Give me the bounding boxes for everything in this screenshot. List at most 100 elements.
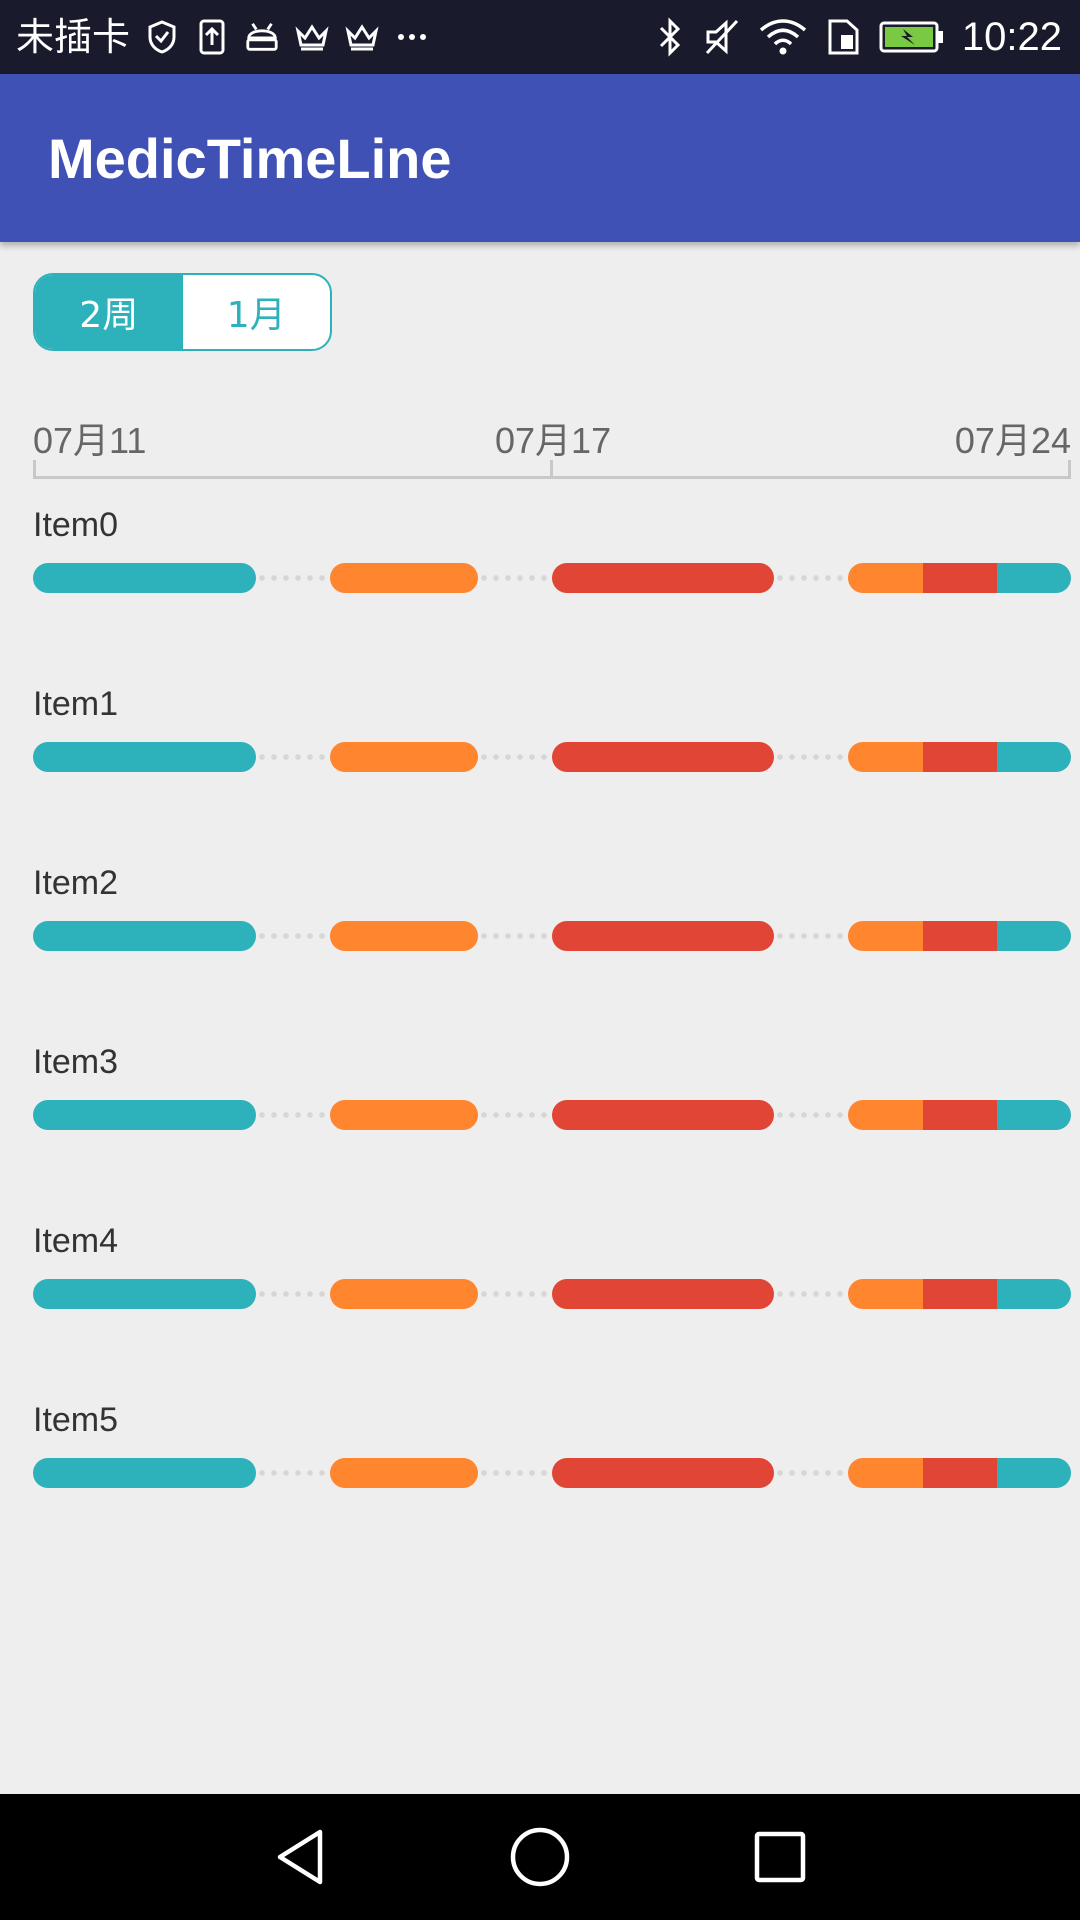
period-bar-teal [33,1458,256,1488]
period-bar-teal [33,1279,256,1309]
gap-dots [256,1112,330,1118]
timeline-row[interactable]: Item5 [0,1401,1080,1521]
axis-label-start: 07月11 [33,420,147,461]
segment-teal [997,921,1071,951]
gap-dots [256,933,330,939]
crown-icon [294,19,330,55]
period-bar-orange [330,563,478,593]
period-bar-teal [33,921,256,951]
period-bar-combined [848,921,1071,951]
period-bar-orange [330,1279,478,1309]
row-label: Item5 [33,1401,119,1439]
timeline-track [0,1458,1080,1488]
timeline-row[interactable]: Item0 [0,506,1080,626]
period-bar-combined [848,563,1071,593]
period-bar-orange [330,742,478,772]
app-bar: MedicTimeLine [0,74,1080,242]
period-bar-orange [330,1458,478,1488]
axis-tick [550,460,553,479]
shield-check-icon [144,19,180,55]
row-label: Item3 [33,1043,119,1081]
timeline-row[interactable]: Item1 [0,685,1080,805]
segment-orange [848,921,923,951]
segment-orange [848,1100,923,1130]
period-bar-red [552,921,774,951]
gap-dots [478,1112,552,1118]
period-bar-combined [848,1100,1071,1130]
timeline-track [0,742,1080,772]
gap-dots [478,1291,552,1297]
status-right: 10:22 [652,0,1062,74]
segment-two-weeks[interactable]: 2周 [35,275,183,349]
segment-teal [997,563,1071,593]
bluetooth-icon [652,17,688,57]
segment-teal [997,1100,1071,1130]
segment-red [923,1100,997,1130]
wifi-icon [756,19,810,55]
segment-red [923,742,997,772]
more-icon [394,19,430,55]
timeline-row[interactable]: Item3 [0,1043,1080,1163]
battery-charging-icon [878,19,946,55]
segment-red [923,563,997,593]
recents-icon[interactable] [745,1822,815,1892]
axis-label-end: 07月24 [954,420,1071,461]
gap-dots [256,754,330,760]
timeline-track [0,1100,1080,1130]
segment-red [923,921,997,951]
upload-icon [194,19,230,55]
period-bar-combined [848,742,1071,772]
sim-icon [826,19,862,55]
segment-orange [848,1458,923,1488]
timeline-row[interactable]: Item2 [0,864,1080,984]
period-bar-red [552,1279,774,1309]
row-label: Item1 [33,685,119,723]
android-icon [244,19,280,55]
gap-dots [478,1470,552,1476]
segment-orange [848,1279,923,1309]
status-bar: 未插卡 10:22 [0,0,1080,74]
timeline-track [0,921,1080,951]
period-bar-orange [330,1100,478,1130]
gap-dots [478,933,552,939]
range-segmented-control: 2周 1月 [33,273,332,351]
axis-tick [33,460,36,479]
segment-teal [997,1458,1071,1488]
gap-dots [774,575,848,581]
period-bar-red [552,742,774,772]
period-bar-red [552,1100,774,1130]
navigation-bar [0,1794,1080,1920]
period-bar-orange [330,921,478,951]
gap-dots [256,575,330,581]
crown-icon [344,19,380,55]
row-label: Item0 [33,506,119,544]
period-bar-teal [33,563,256,593]
axis-label-middle: 07月17 [495,420,612,461]
segment-red [923,1279,997,1309]
segment-one-month[interactable]: 1月 [183,275,331,349]
period-bar-red [552,563,774,593]
timeline-track [0,563,1080,593]
row-label: Item2 [33,864,119,902]
status-left: 未插卡 [16,0,430,74]
period-bar-teal [33,742,256,772]
period-bar-combined [848,1279,1071,1309]
row-label: Item4 [33,1222,119,1260]
period-bar-teal [33,1100,256,1130]
segment-teal [997,1279,1071,1309]
gap-dots [256,1470,330,1476]
period-bar-red [552,1458,774,1488]
segment-orange [848,742,923,772]
back-icon[interactable] [265,1822,335,1892]
app-title: MedicTimeLine [48,127,452,190]
timeline-track [0,1279,1080,1309]
gap-dots [774,1470,848,1476]
period-bar-combined [848,1458,1071,1488]
gap-dots [774,1112,848,1118]
gap-dots [774,933,848,939]
home-icon[interactable] [505,1822,575,1892]
timeline-row[interactable]: Item4 [0,1222,1080,1342]
gap-dots [478,754,552,760]
clock: 10:22 [961,14,1062,59]
axis-tick [1068,460,1071,479]
